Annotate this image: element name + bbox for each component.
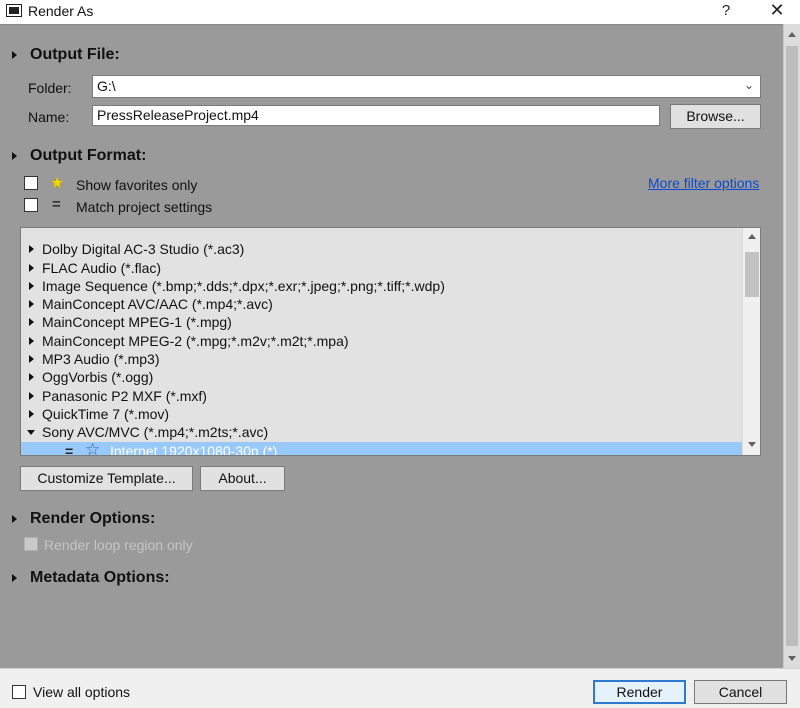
format-item[interactable]: Panasonic P2 MXF (*.mxf): [21, 387, 742, 405]
format-list-items: Dolby Digital AC-3 Studio (*.ac3) FLAC A…: [21, 228, 742, 456]
expand-arrow-icon[interactable]: [29, 336, 34, 345]
collapse-arrow-icon[interactable]: [27, 430, 35, 436]
show-favorites-checkbox[interactable]: [24, 176, 38, 190]
expand-arrow-icon: [12, 152, 17, 160]
format-item-expanded[interactable]: Sony AVC/MVC (*.mp4;*.m2ts;*.avc): [21, 423, 742, 441]
selected-template-label: Internet 1920x1080-30p (*): [110, 442, 278, 456]
match-project-checkbox[interactable]: [24, 198, 38, 212]
metadata-options-section-header[interactable]: Metadata Options:: [12, 568, 212, 590]
window-title: Render As: [28, 3, 94, 19]
format-item[interactable]: QuickTime 7 (*.mov): [21, 405, 742, 423]
selected-template-item[interactable]: = ☆ Internet 1920x1080-30p (*): [21, 440, 742, 456]
output-format-list[interactable]: Dolby Digital AC-3 Studio (*.ac3) FLAC A…: [20, 227, 761, 456]
format-item[interactable]: OggVorbis (*.ogg): [21, 368, 742, 386]
name-input[interactable]: PressReleaseProject.mp4: [92, 105, 660, 126]
scroll-down-arrow-icon[interactable]: [788, 656, 796, 661]
browse-button[interactable]: Browse...: [670, 104, 761, 129]
view-all-options-checkbox[interactable]: [12, 685, 26, 699]
title-bar: Render As ? ✕: [0, 0, 800, 24]
equals-icon: =: [52, 196, 61, 213]
expand-arrow-icon: [12, 574, 17, 582]
output-file-section-header[interactable]: Output File:: [12, 45, 212, 67]
render-loop-region-label: Render loop region only: [44, 537, 193, 553]
equals-icon: =: [65, 442, 74, 456]
render-options-heading: Render Options:: [30, 510, 156, 527]
expand-arrow-icon[interactable]: [29, 281, 34, 290]
name-label: Name:: [28, 109, 70, 125]
render-button[interactable]: Render: [593, 680, 686, 704]
format-item[interactable]: FLAC Audio (*.flac): [21, 259, 742, 277]
expand-arrow-icon[interactable]: [29, 391, 34, 400]
scroll-thumb[interactable]: [786, 46, 798, 646]
view-all-options-label: View all options: [33, 684, 131, 700]
output-format-section-header[interactable]: Output Format:: [12, 146, 212, 168]
format-list-scrollbar[interactable]: [742, 228, 760, 455]
scroll-up-arrow-icon[interactable]: [788, 32, 796, 37]
format-item[interactable]: Image Sequence (*.bmp;*.dds;*.dpx;*.exr;…: [21, 277, 742, 295]
format-item[interactable]: MainConcept MPEG-2 (*.mpg;*.m2v;*.m2t;*.…: [21, 332, 742, 350]
output-file-heading: Output File:: [30, 46, 120, 63]
expand-arrow-icon[interactable]: [29, 263, 34, 272]
customize-template-button[interactable]: Customize Template...: [20, 466, 193, 491]
help-button[interactable]: ?: [718, 2, 734, 19]
cancel-button[interactable]: Cancel: [694, 680, 787, 704]
expand-arrow-icon[interactable]: [29, 355, 34, 364]
output-format-heading: Output Format:: [30, 147, 147, 164]
format-item[interactable]: Dolby Digital AC-3 Studio (*.ac3): [21, 240, 742, 258]
app-icon: [6, 4, 22, 17]
star-outline-icon[interactable]: ☆: [85, 440, 100, 455]
render-loop-region-checkbox: [24, 537, 38, 551]
expand-arrow-icon[interactable]: [29, 373, 34, 382]
format-list-row-partial: [21, 228, 742, 240]
metadata-options-heading: Metadata Options:: [30, 569, 170, 586]
expand-arrow-icon[interactable]: [29, 318, 34, 327]
folder-value: G:\: [97, 78, 116, 94]
match-project-label: Match project settings: [76, 199, 213, 215]
expand-arrow-icon: [12, 515, 17, 523]
render-options-section-header[interactable]: Render Options:: [12, 509, 212, 531]
name-value: PressReleaseProject.mp4: [97, 107, 259, 123]
scroll-down-arrow-icon[interactable]: [748, 442, 756, 447]
chevron-down-icon[interactable]: ⌄: [744, 78, 754, 92]
format-item[interactable]: MP3 Audio (*.mp3): [21, 350, 742, 368]
expand-arrow-icon: [12, 51, 17, 59]
scroll-thumb[interactable]: [745, 252, 759, 297]
scroll-up-arrow-icon[interactable]: [748, 234, 756, 239]
dialog-footer: View all options Render Cancel: [0, 668, 800, 708]
folder-dropdown[interactable]: G:\ ⌄: [92, 75, 761, 98]
expand-arrow-icon[interactable]: [29, 409, 34, 418]
star-icon: ★: [50, 175, 65, 192]
about-button[interactable]: About...: [200, 466, 285, 491]
format-item[interactable]: MainConcept MPEG-1 (*.mpg): [21, 313, 742, 331]
expand-arrow-icon[interactable]: [29, 245, 34, 254]
close-button[interactable]: ✕: [766, 0, 788, 21]
show-favorites-label: Show favorites only: [76, 177, 198, 193]
more-filter-options-link[interactable]: More filter options: [648, 175, 759, 191]
folder-label: Folder:: [28, 80, 72, 96]
format-item[interactable]: MainConcept AVC/AAC (*.mp4;*.avc): [21, 295, 742, 313]
dialog-scrollbar[interactable]: [783, 24, 800, 668]
expand-arrow-icon[interactable]: [29, 300, 34, 309]
